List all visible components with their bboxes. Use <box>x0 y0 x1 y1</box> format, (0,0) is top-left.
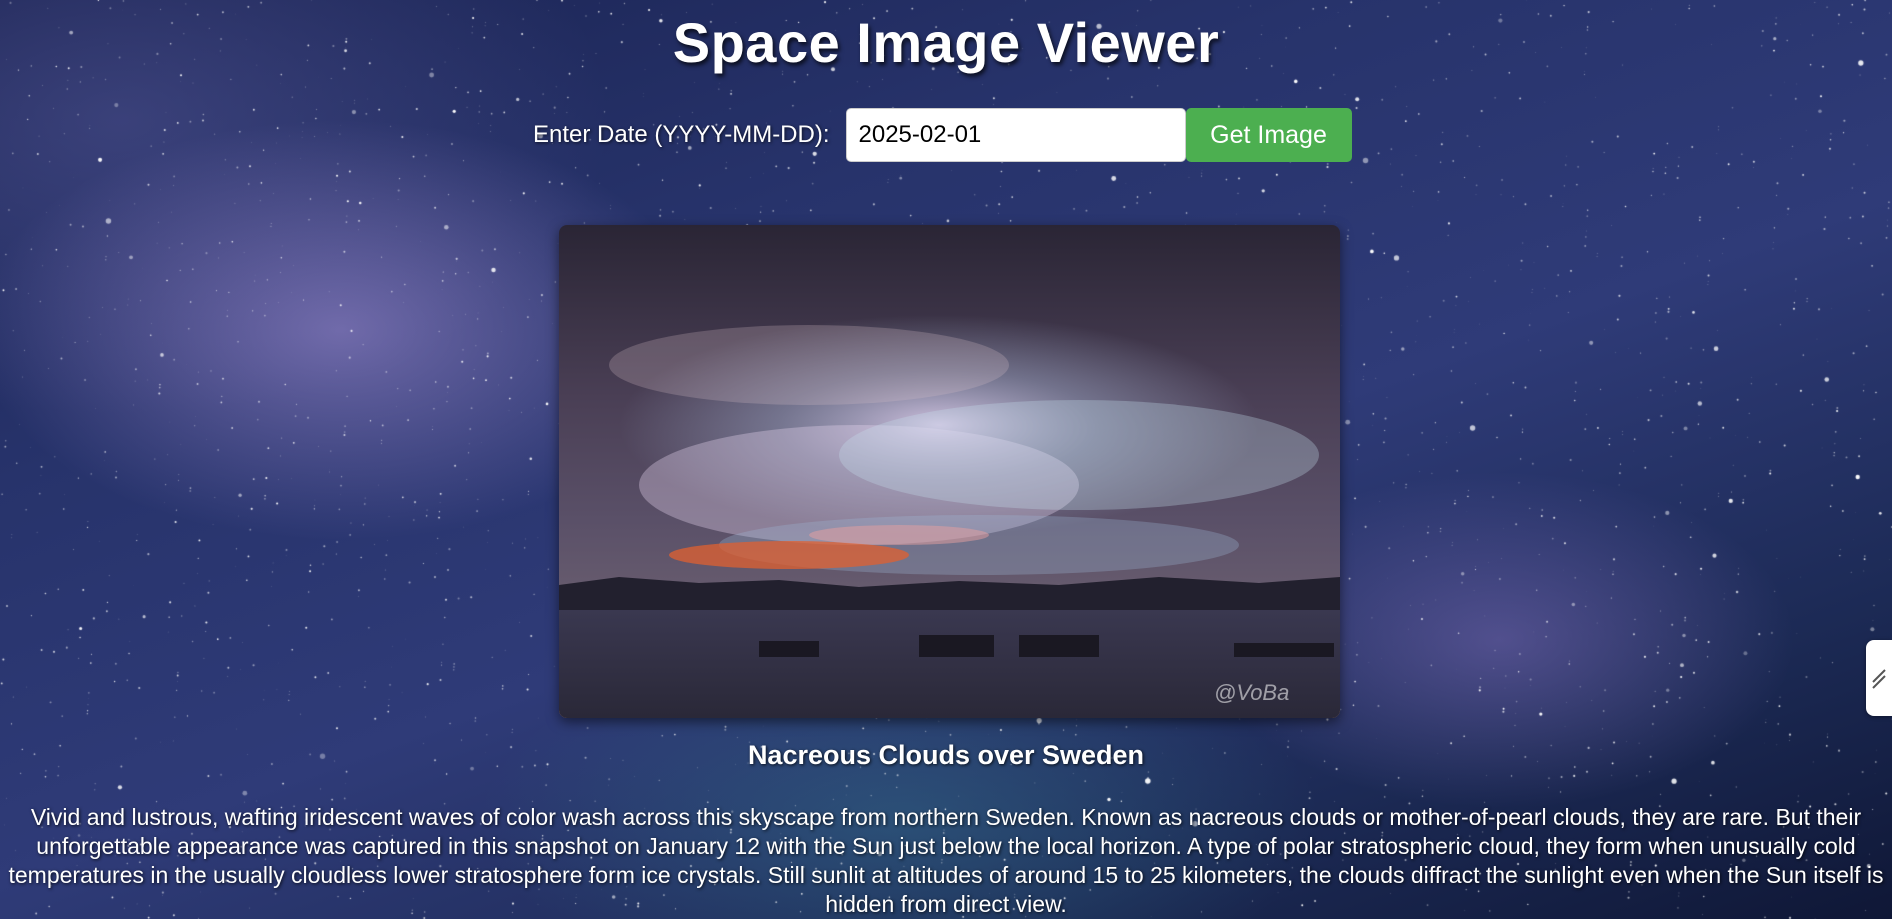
date-form: Enter Date (YYYY-MM-DD): Get Image <box>533 108 1352 162</box>
apod-image: @VoBa <box>559 225 1340 718</box>
image-watermark: @VoBa <box>1214 680 1289 705</box>
image-explanation: Vivid and lustrous, wafting iridescent w… <box>8 804 1884 917</box>
get-image-button[interactable]: Get Image <box>1185 108 1352 162</box>
page-title: Space Image Viewer <box>672 11 1220 74</box>
side-tab[interactable] <box>1866 640 1892 716</box>
date-label: Enter Date (YYYY-MM-DD): <box>533 121 830 148</box>
sidebar-handle-icon <box>1870 662 1888 695</box>
image-title: Nacreous Clouds over Sweden <box>747 740 1145 770</box>
date-input[interactable] <box>845 108 1186 162</box>
